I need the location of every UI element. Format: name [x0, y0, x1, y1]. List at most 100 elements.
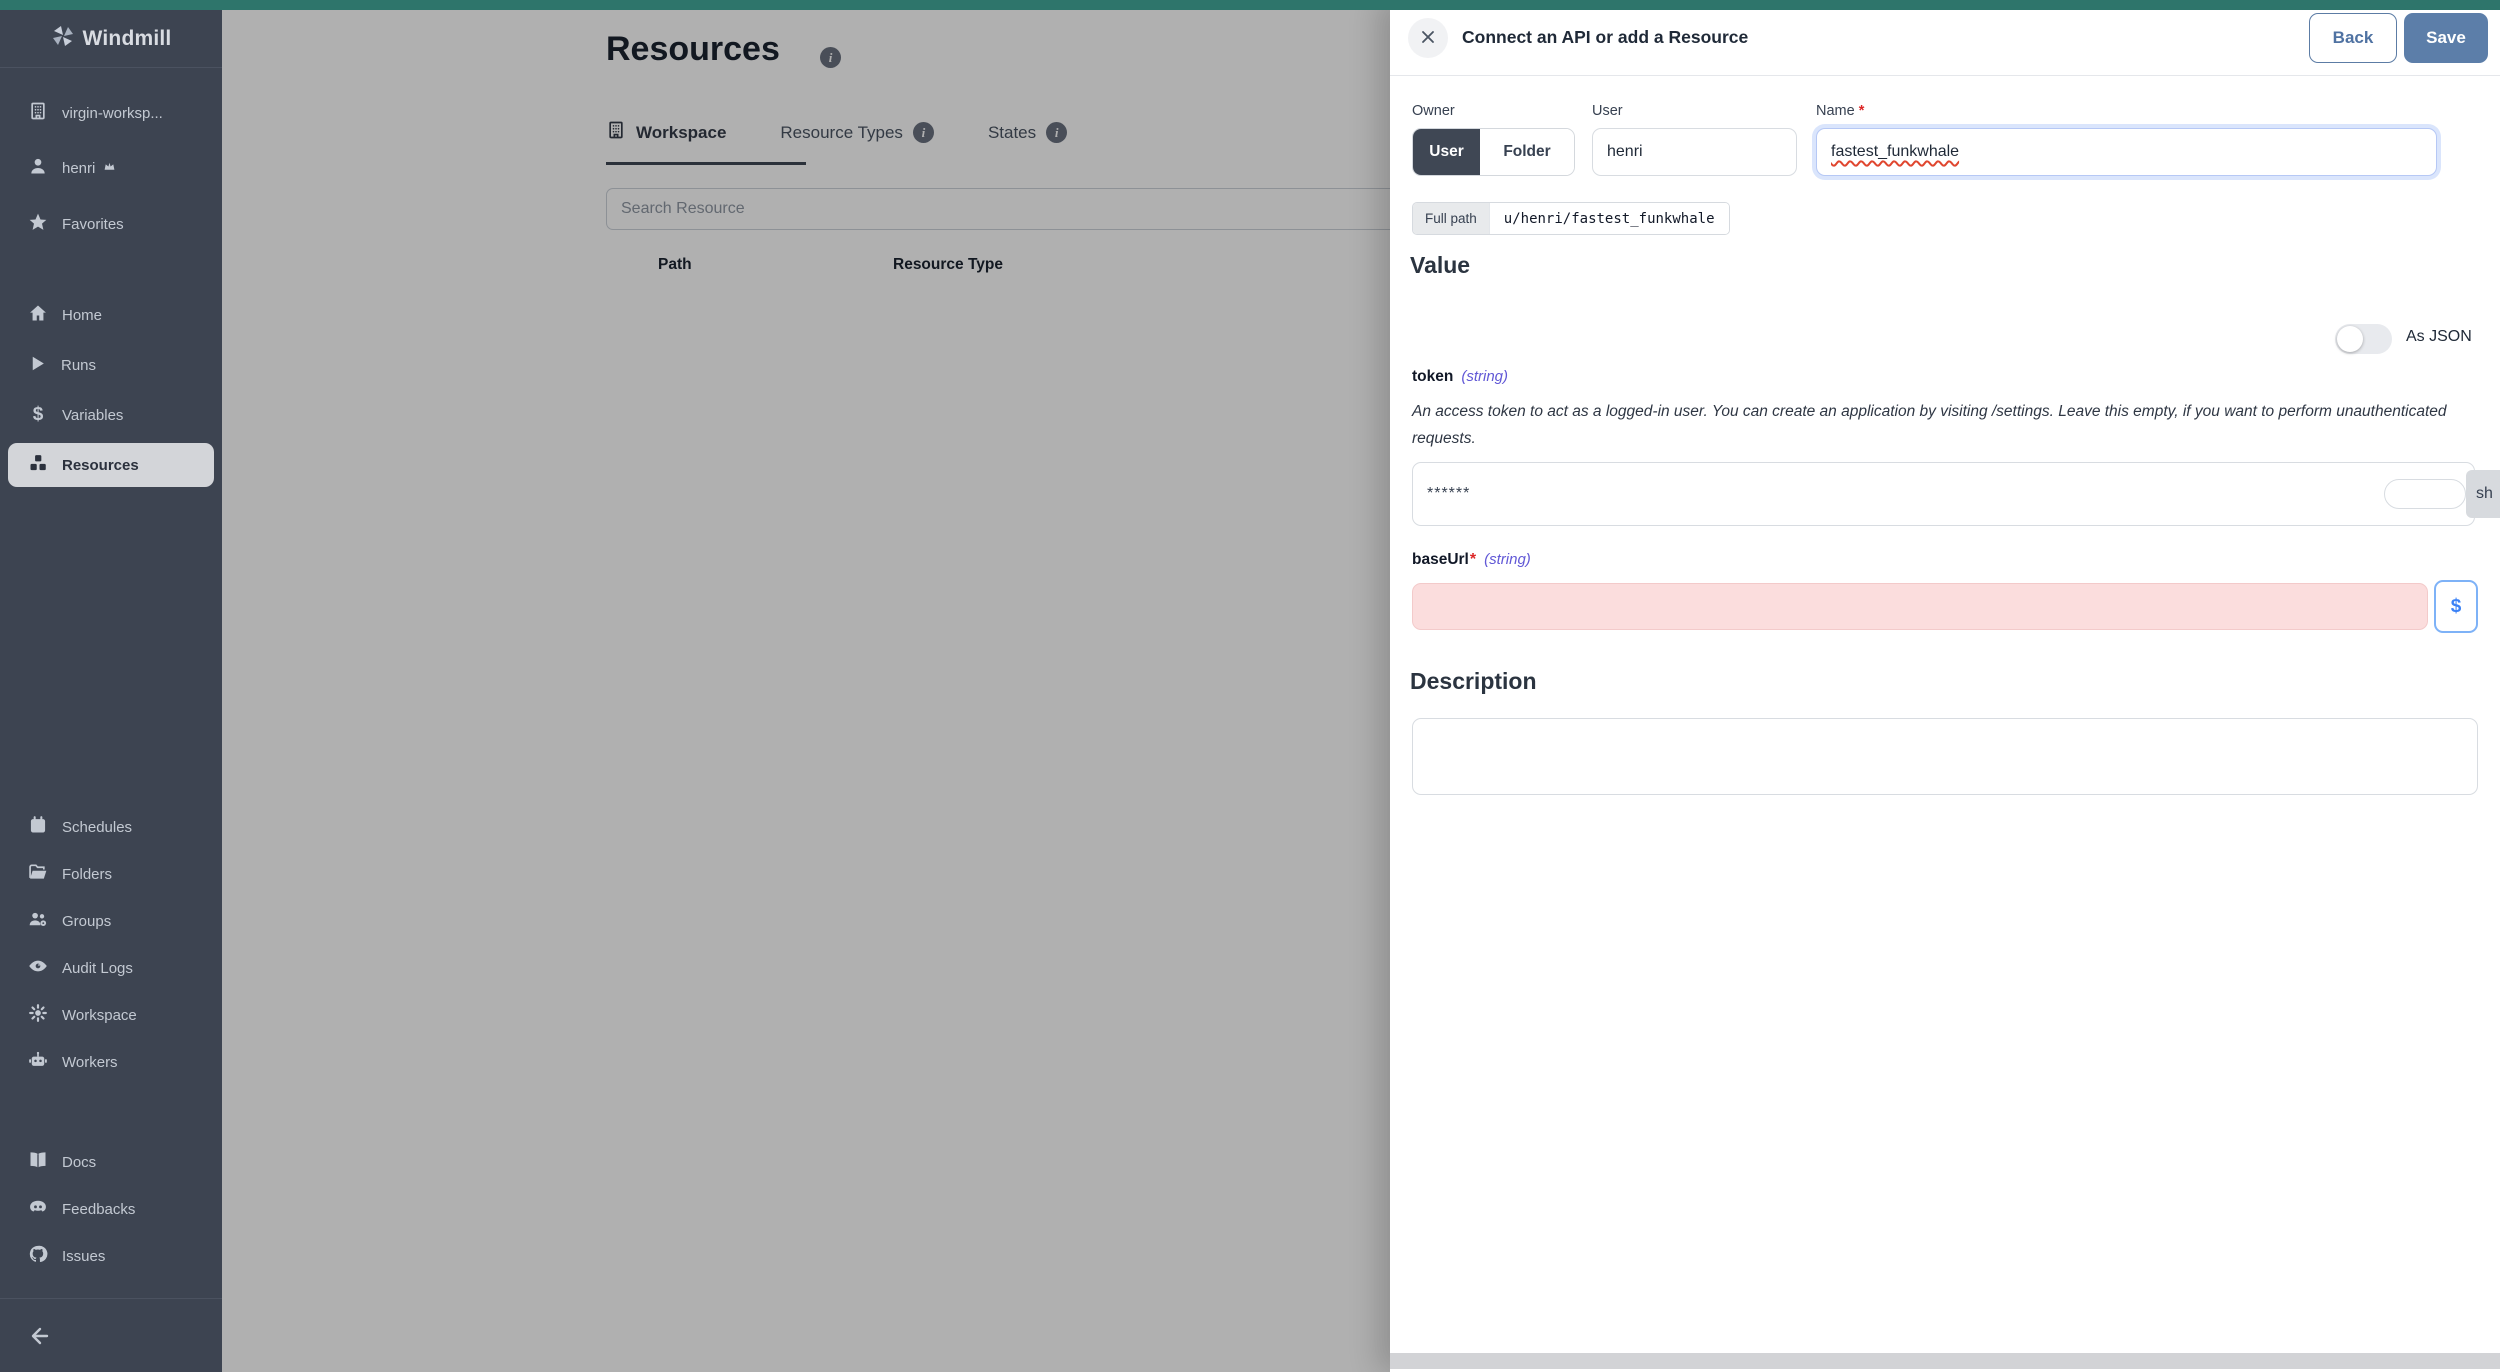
top-accent-strip	[0, 0, 2500, 10]
crown-icon	[103, 160, 116, 177]
owner-user-value: henri	[1607, 143, 1643, 161]
gear-icon	[28, 1003, 48, 1027]
sidebar-item-issues[interactable]: Issues	[0, 1238, 222, 1274]
owner-option-user[interactable]: User	[1413, 129, 1480, 175]
user-label: User	[1592, 103, 1623, 119]
sidebar-item-user-menu[interactable]: henri	[0, 150, 222, 186]
sidebar-item-resources[interactable]: Resources	[8, 443, 214, 487]
show-password-pill[interactable]	[2384, 479, 2466, 509]
windmill-logo-icon	[51, 24, 75, 54]
play-icon	[28, 354, 47, 377]
baseurl-input[interactable]	[1412, 583, 2428, 630]
owner-option-folder[interactable]: Folder	[1480, 129, 1574, 175]
resource-name-input[interactable]: fastest_funkwhale	[1816, 128, 2437, 176]
sidebar-item-folders[interactable]: Folders	[0, 856, 222, 892]
back-button[interactable]: Back	[2309, 13, 2397, 63]
user-menu-label: henri	[62, 160, 95, 177]
sidebar-item-runs[interactable]: Runs	[0, 347, 222, 383]
arrow-left-icon	[28, 1324, 52, 1352]
connect-api-drawer: Connect an API or add a Resource Back Sa…	[1390, 0, 2500, 1372]
collapse-sidebar-button[interactable]	[0, 1320, 222, 1356]
nav-label-variables: Variables	[62, 407, 123, 424]
baseurl-field-type: (string)	[1484, 551, 1531, 568]
baseurl-field-name: baseUrl	[1412, 551, 1469, 568]
baseurl-required-asterisk: *	[1470, 551, 1476, 568]
sidebar-item-workers[interactable]: Workers	[0, 1044, 222, 1080]
owner-user-input[interactable]: henri	[1592, 128, 1797, 176]
full-path: Full path u/henri/fastest_funkwhale	[1412, 202, 1730, 235]
close-drawer-button[interactable]	[1408, 18, 1448, 58]
name-required-asterisk: *	[1859, 103, 1865, 119]
groups-icon	[28, 909, 48, 933]
resource-name-value: fastest_funkwhale	[1831, 143, 1959, 161]
app-logo[interactable]: Windmill	[0, 10, 222, 68]
drawer-backdrop[interactable]	[222, 0, 1390, 1372]
as-json-toggle[interactable]	[2335, 324, 2392, 354]
full-path-badge: Full path	[1413, 203, 1489, 234]
nav-label-feedbacks: Feedbacks	[62, 1201, 135, 1218]
sidebar-item-audit-logs[interactable]: Audit Logs	[0, 950, 222, 986]
drawer-header: Connect an API or add a Resource Back Sa…	[1390, 0, 2500, 76]
token-field-description: An access token to act as a logged-in us…	[1412, 398, 2452, 452]
token-field-header: token (string)	[1412, 368, 1508, 386]
nav-label-workspace: Workspace	[62, 1007, 137, 1024]
sidebar-item-groups[interactable]: Groups	[0, 903, 222, 939]
token-input[interactable]: ******	[1412, 462, 2475, 526]
sidebar-item-workspace-settings[interactable]: Workspace	[0, 997, 222, 1033]
sidebar-divider	[0, 1298, 222, 1299]
building-icon	[28, 101, 48, 125]
token-field-type: (string)	[1461, 368, 1508, 385]
nav-label-resources: Resources	[62, 457, 139, 474]
dollar-icon: $	[28, 404, 48, 426]
sidebar-item-home[interactable]: Home	[0, 297, 222, 333]
value-section-heading: Value	[1410, 252, 1470, 279]
nav-label-runs: Runs	[61, 357, 96, 374]
nav-label-audit-logs: Audit Logs	[62, 960, 133, 977]
sidebar-item-schedules[interactable]: Schedules	[0, 809, 222, 845]
show-password-overflow[interactable]: sh	[2466, 470, 2500, 518]
home-icon	[28, 303, 48, 327]
app-logo-label: Windmill	[83, 27, 172, 51]
toggle-knob	[2337, 326, 2363, 352]
name-label-text: Name	[1816, 103, 1855, 119]
sidebar-item-favorites[interactable]: Favorites	[0, 206, 222, 242]
nav-label-schedules: Schedules	[62, 819, 132, 836]
nav-label-home: Home	[62, 307, 102, 324]
nav-label-folders: Folders	[62, 866, 112, 883]
discord-icon	[28, 1197, 48, 1221]
nav-label-workers: Workers	[62, 1054, 118, 1071]
robot-icon	[28, 1050, 48, 1074]
star-icon	[28, 212, 48, 236]
save-button[interactable]: Save	[2404, 13, 2488, 63]
nav-label-issues: Issues	[62, 1248, 105, 1265]
user-icon	[28, 156, 48, 180]
drawer-title: Connect an API or add a Resource	[1462, 27, 1748, 48]
folder-open-icon	[28, 862, 48, 886]
owner-kind-toggle: User Folder	[1412, 128, 1575, 176]
sidebar-item-variables[interactable]: $ Variables	[0, 397, 222, 433]
description-textarea[interactable]	[1412, 718, 2478, 795]
owner-label: Owner	[1412, 103, 1455, 119]
windmill-app: Windmill virgin-worksp... henri	[0, 0, 2500, 1372]
close-icon	[1418, 27, 1438, 50]
eye-icon	[28, 956, 48, 980]
nav-label-groups: Groups	[62, 913, 111, 930]
description-section-heading: Description	[1410, 668, 1537, 695]
workspace-switcher-label: virgin-worksp...	[62, 105, 163, 122]
sidebar-item-docs[interactable]: Docs	[0, 1144, 222, 1180]
as-json-label: As JSON	[2406, 328, 2472, 346]
sidebar: Windmill virgin-worksp... henri	[0, 0, 222, 1372]
sidebar-item-feedbacks[interactable]: Feedbacks	[0, 1191, 222, 1227]
calendar-icon	[28, 815, 48, 839]
book-open-icon	[28, 1150, 48, 1174]
drawer-horizontal-scrollbar[interactable]	[1390, 1353, 2500, 1369]
full-path-value: u/henri/fastest_funkwhale	[1489, 203, 1729, 234]
token-masked-value: ******	[1427, 485, 1470, 503]
sidebar-item-workspace-switcher[interactable]: virgin-worksp...	[0, 95, 222, 131]
favorites-label: Favorites	[62, 216, 124, 233]
insert-variable-button[interactable]: $	[2434, 580, 2478, 633]
token-field-name: token	[1412, 368, 1453, 385]
baseurl-field-header: baseUrl* (string)	[1412, 551, 1531, 569]
boxes-icon	[28, 453, 48, 477]
name-label: Name*	[1816, 103, 1864, 119]
